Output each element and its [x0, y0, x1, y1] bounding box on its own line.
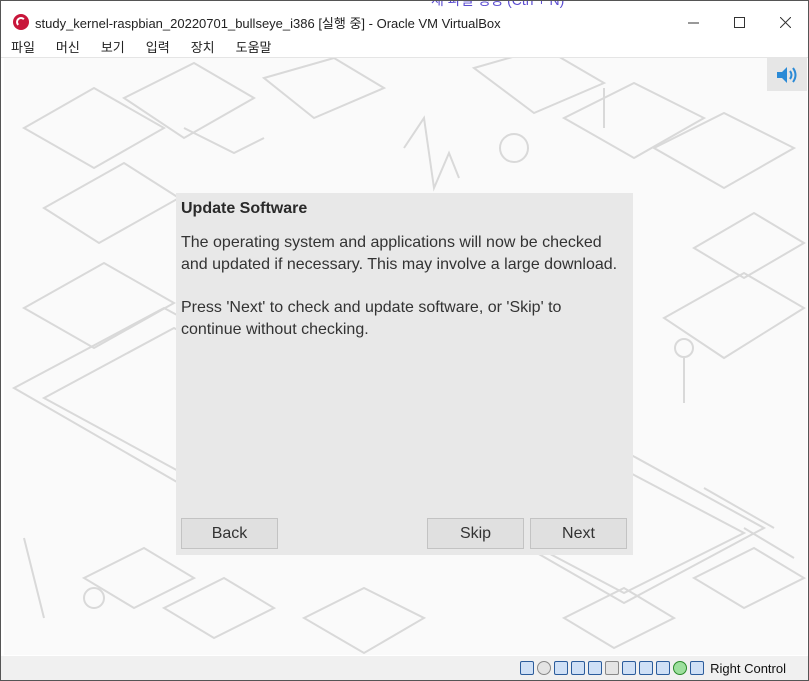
display-icon[interactable] — [622, 661, 637, 675]
virtualization-icon[interactable] — [656, 661, 671, 675]
audio-icon[interactable] — [554, 661, 569, 675]
window-controls — [670, 9, 808, 35]
sound-button[interactable] — [767, 58, 807, 91]
network-icon[interactable] — [571, 661, 586, 675]
speaker-icon — [777, 66, 797, 83]
update-software-dialog: Update Software The operating system and… — [176, 193, 633, 555]
minimize-button[interactable] — [670, 9, 716, 35]
menu-file[interactable]: 파일 — [1, 37, 44, 56]
skip-button[interactable]: Skip — [427, 518, 524, 549]
window-title: study_kernel-raspbian_20220701_bullseye_… — [35, 15, 501, 31]
maximize-button[interactable] — [716, 9, 762, 35]
raspberry-app-icon — [13, 14, 29, 30]
mouse-integration-icon[interactable] — [673, 661, 688, 675]
virtualbox-window: 새 파일 생성 (Ctrl + N) study_kernel-raspbian… — [0, 0, 809, 681]
next-button[interactable]: Next — [530, 518, 627, 549]
keyboard-capture-icon[interactable] — [690, 661, 705, 675]
close-button[interactable] — [762, 9, 808, 35]
menu-bar: 파일 머신 보기 입력 장치 도움말 — [1, 35, 808, 58]
dialog-paragraph-1: The operating system and applications wi… — [181, 234, 618, 273]
shared-folders-icon[interactable] — [605, 661, 620, 675]
dialog-body: The operating system and applications wi… — [181, 232, 626, 362]
minimize-icon — [687, 22, 699, 23]
usb-icon[interactable] — [588, 661, 603, 675]
host-key-label: Right Control — [710, 660, 786, 676]
optical-drive-icon[interactable] — [537, 661, 552, 675]
menu-help[interactable]: 도움말 — [226, 37, 281, 56]
menu-view[interactable]: 보기 — [91, 37, 134, 56]
video-capture-icon[interactable] — [639, 661, 654, 675]
dialog-paragraph-2: Press 'Next' to check and update softwar… — [181, 299, 562, 338]
menu-machine[interactable]: 머신 — [46, 37, 89, 56]
menu-input[interactable]: 입력 — [136, 37, 179, 56]
menu-devices[interactable]: 장치 — [181, 37, 224, 56]
status-bar: Right Control — [1, 656, 808, 680]
title-bar[interactable]: study_kernel-raspbian_20220701_bullseye_… — [1, 9, 808, 35]
dialog-title: Update Software — [181, 200, 308, 217]
vm-display[interactable]: Update Software The operating system and… — [4, 58, 807, 655]
hard-disk-icon[interactable] — [520, 661, 535, 675]
maximize-icon — [733, 16, 745, 28]
close-icon — [779, 16, 791, 28]
back-button[interactable]: Back — [181, 518, 278, 549]
